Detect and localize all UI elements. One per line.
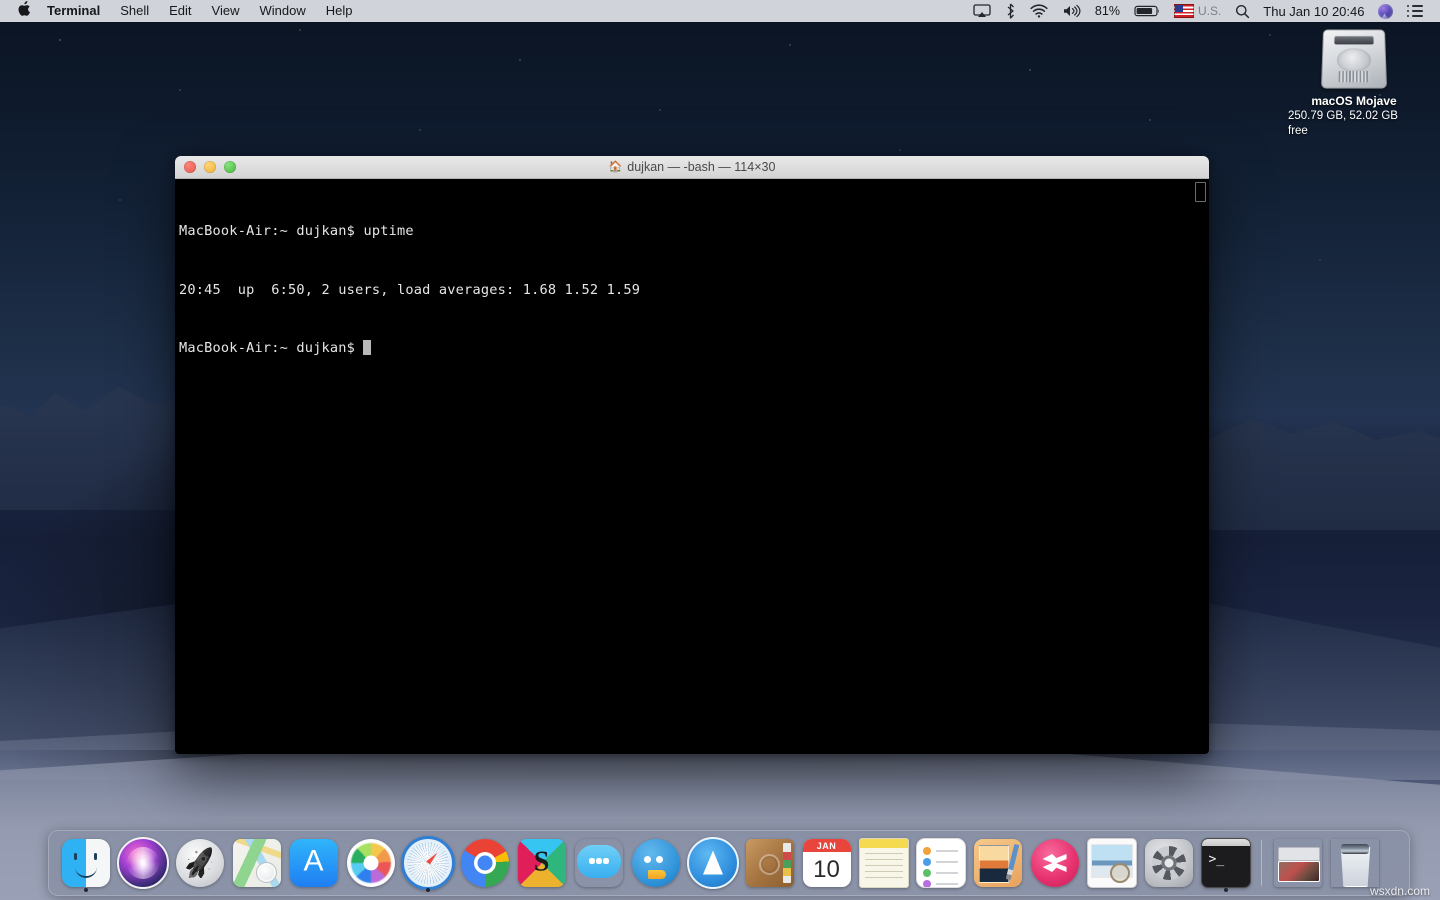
calendar-month-label: JAN xyxy=(803,839,851,852)
drive-capacity-label: 250.79 GB, 52.02 GB free xyxy=(1288,109,1420,139)
finder-icon xyxy=(62,839,110,887)
slack-icon xyxy=(518,839,566,887)
spotlight-search-icon[interactable] xyxy=(1228,0,1257,22)
siri-icon xyxy=(117,837,169,889)
dock-item-siri[interactable] xyxy=(114,831,171,895)
dock: JAN 10 xyxy=(48,830,1410,896)
desktop-icon-macos-mojave[interactable]: macOS Mojave 250.79 GB, 52.02 GB free xyxy=(1288,28,1420,139)
dock-item-calendar[interactable]: JAN 10 xyxy=(798,831,855,895)
dock-item-spark[interactable] xyxy=(684,831,741,895)
terminal-title-bar[interactable]: 🏠 dujkan — -bash — 114×30 xyxy=(175,156,1209,179)
system-preferences-icon xyxy=(1145,839,1193,887)
terminal-line-output: 20:45 up 6:50, 2 users, load averages: 1… xyxy=(179,281,1209,301)
volume-icon[interactable] xyxy=(1055,0,1088,22)
image-capture-icon xyxy=(1087,838,1137,888)
bluetooth-icon[interactable] xyxy=(998,0,1023,22)
menu-item-window[interactable]: Window xyxy=(250,0,316,22)
watermark: wsxdn.com xyxy=(1370,884,1430,898)
terminal-line-prompt: MacBook-Air:~ dujkan$ xyxy=(179,339,1209,359)
terminal-cursor xyxy=(363,340,371,355)
dock-item-launchpad[interactable] xyxy=(171,831,228,895)
calendar-icon: JAN 10 xyxy=(803,839,851,887)
reminders-icon xyxy=(916,838,966,888)
dock-item-reminders[interactable] xyxy=(912,831,969,895)
terminal-title-label: dujkan — -bash — 114×30 xyxy=(627,160,775,174)
dock-item-downie[interactable] xyxy=(1026,831,1083,895)
downie-icon xyxy=(1031,839,1079,887)
menu-item-shell[interactable]: Shell xyxy=(110,0,159,22)
terminal-line-command: MacBook-Air:~ dujkan$ uptime xyxy=(179,222,1209,242)
dock-item-maps[interactable] xyxy=(228,831,285,895)
home-folder-icon: 🏠 xyxy=(609,162,623,173)
tweetbot-icon xyxy=(632,839,680,887)
dock-item-contacts[interactable] xyxy=(741,831,798,895)
hard-drive-platter xyxy=(1337,48,1372,72)
menu-item-view[interactable]: View xyxy=(202,0,250,22)
battery-icon[interactable] xyxy=(1127,0,1167,22)
photos-icon xyxy=(347,839,395,887)
wifi-icon[interactable] xyxy=(1023,0,1055,22)
menu-item-edit[interactable]: Edit xyxy=(159,0,201,22)
dock-item-photos[interactable] xyxy=(342,831,399,895)
maps-icon xyxy=(233,839,281,887)
running-indicator xyxy=(84,888,88,892)
contacts-icon xyxy=(746,839,794,887)
spark-icon xyxy=(687,837,739,889)
airplay-icon[interactable] xyxy=(966,0,998,22)
dock-item-downloads-stack[interactable] xyxy=(1269,831,1326,895)
notification-center-icon[interactable] xyxy=(1400,0,1431,22)
dock-item-slack[interactable] xyxy=(513,831,570,895)
running-indicator xyxy=(1224,888,1228,892)
menu-bar-clock[interactable]: Thu Jan 10 20:46 xyxy=(1257,0,1370,22)
input-locale-label: U.S. xyxy=(1198,4,1221,18)
hard-drive-icon xyxy=(1321,29,1387,88)
app-store-icon xyxy=(290,839,338,887)
terminal-title: 🏠 dujkan — -bash — 114×30 xyxy=(175,160,1209,174)
pixelmator-icon xyxy=(974,839,1022,887)
dock-item-finder[interactable] xyxy=(57,831,114,895)
dock-item-pixelmator[interactable] xyxy=(969,831,1026,895)
dock-separator xyxy=(1261,840,1262,886)
menu-bar-left: Terminal Shell Edit View Window Help xyxy=(0,0,363,22)
input-locale-indicator[interactable]: U.S. xyxy=(1167,0,1228,22)
siri-icon[interactable] xyxy=(1371,0,1400,22)
safari-icon xyxy=(401,836,455,890)
calendar-day-label: 10 xyxy=(803,852,851,887)
menu-item-help[interactable]: Help xyxy=(316,0,363,22)
messages-icon xyxy=(575,839,623,887)
menu-item-terminal[interactable]: Terminal xyxy=(37,0,110,22)
dock-item-safari[interactable] xyxy=(399,831,456,895)
apple-menu-icon[interactable] xyxy=(11,1,37,22)
chrome-icon xyxy=(461,839,509,887)
menu-bar: Terminal Shell Edit View Window Help xyxy=(0,0,1440,22)
terminal-icon xyxy=(1201,838,1251,888)
dock-item-app-store[interactable] xyxy=(285,831,342,895)
dock-item-chrome[interactable] xyxy=(456,831,513,895)
launchpad-icon xyxy=(176,839,224,887)
us-flag-icon xyxy=(1174,4,1194,18)
dock-item-image-capture[interactable] xyxy=(1083,831,1140,895)
trash-icon xyxy=(1331,839,1379,887)
dock-item-system-preferences[interactable] xyxy=(1140,831,1197,895)
terminal-window[interactable]: 🏠 dujkan — -bash — 114×30 MacBook-Air:~ … xyxy=(175,156,1209,754)
terminal-content[interactable]: MacBook-Air:~ dujkan$ uptime 20:45 up 6:… xyxy=(175,179,1209,754)
dock-item-messages[interactable] xyxy=(570,831,627,895)
stickies-icon xyxy=(859,838,909,888)
dock-item-terminal[interactable] xyxy=(1197,831,1254,895)
dock-item-stickies[interactable] xyxy=(855,831,912,895)
downloads-stack-icon xyxy=(1274,839,1322,887)
dock-item-tweetbot[interactable] xyxy=(627,831,684,895)
drive-name-label: macOS Mojave xyxy=(1311,94,1396,109)
menu-bar-status-area: 81% U.S. Thu Jan 10 20:46 xyxy=(966,0,1440,22)
desktop-screen: Terminal Shell Edit View Window Help xyxy=(0,0,1440,900)
running-indicator xyxy=(426,888,430,892)
terminal-prompt-text: MacBook-Air:~ dujkan$ xyxy=(179,340,363,356)
terminal-scrollbar[interactable] xyxy=(1195,182,1206,202)
battery-percent-label: 81% xyxy=(1088,0,1127,22)
